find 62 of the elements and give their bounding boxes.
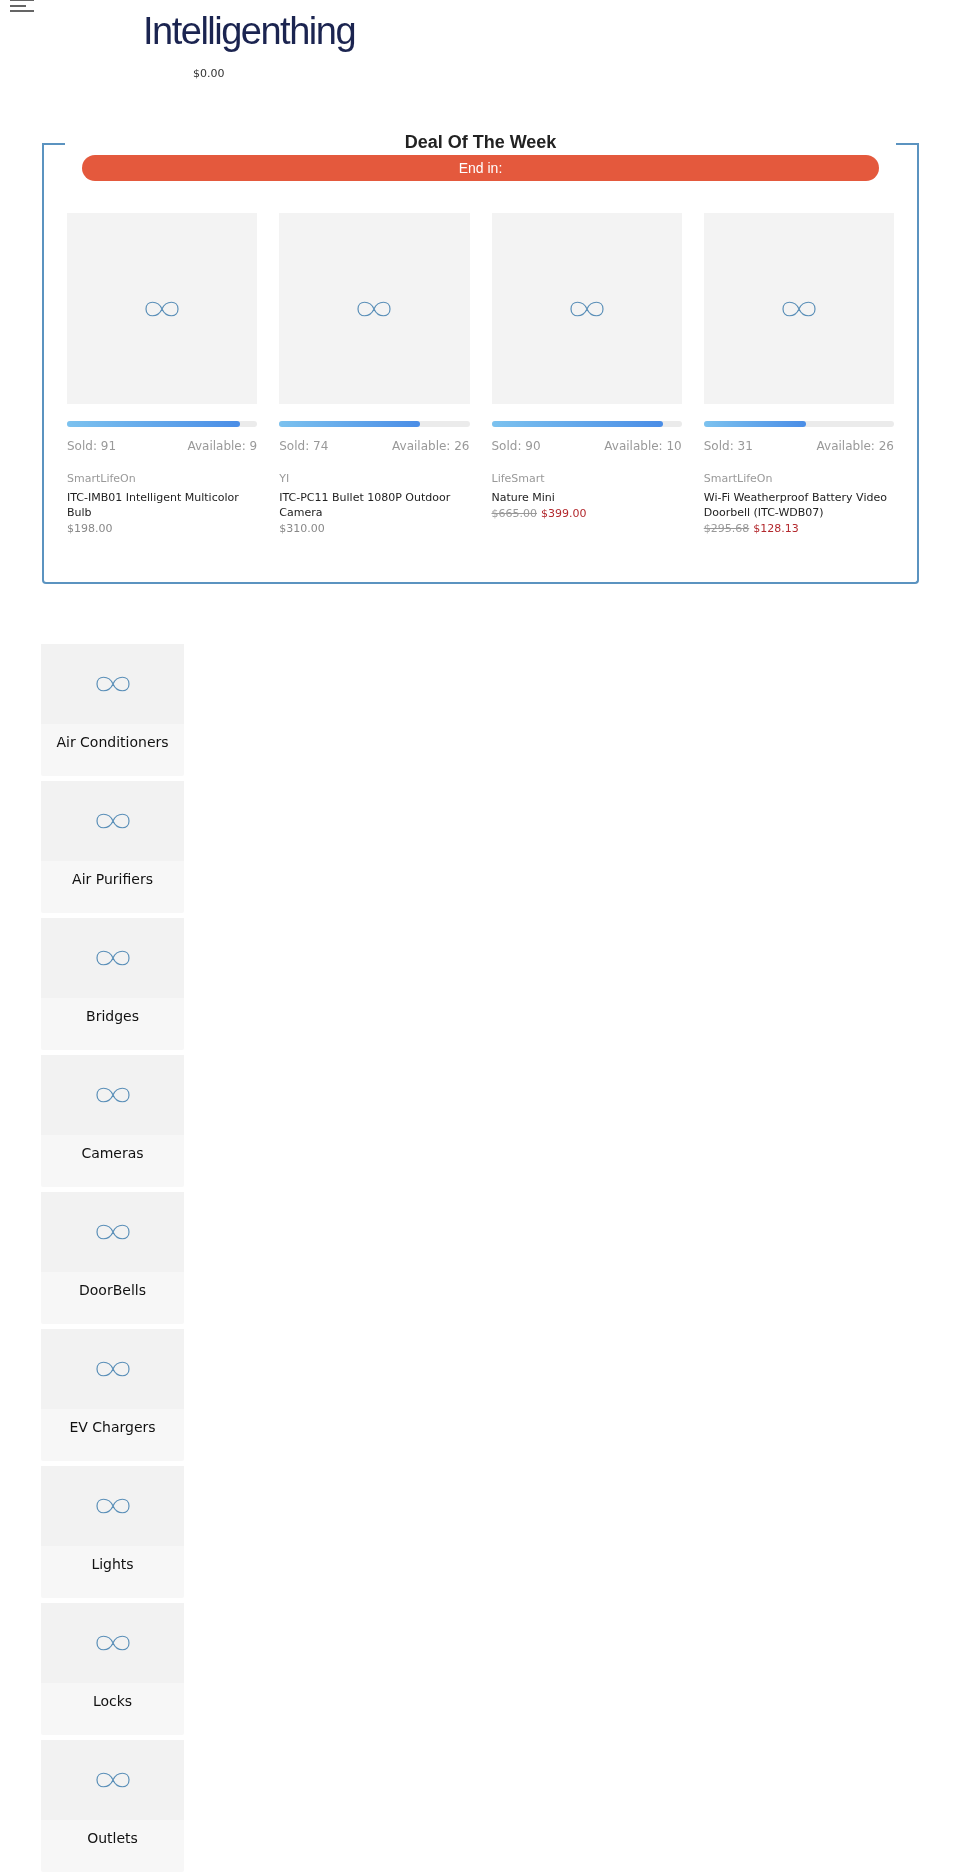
wave-icon xyxy=(94,812,131,830)
category-label: DoorBells xyxy=(78,1281,147,1300)
wave-icon xyxy=(94,1771,131,1789)
wave-icon xyxy=(94,949,131,967)
category-tile[interactable]: Locks xyxy=(41,1603,184,1735)
available-count: Available: 9 xyxy=(187,438,258,455)
category-tile[interactable]: Air Purifiers xyxy=(41,781,184,913)
product-image[interactable] xyxy=(703,213,894,404)
section-title: Deal Of The Week xyxy=(403,131,558,154)
product-name[interactable]: ITC-PC11 Bullet 1080P Outdoor Camera xyxy=(279,489,470,520)
product-image[interactable] xyxy=(491,213,682,404)
category-label: EV Chargers xyxy=(68,1418,157,1437)
product-name[interactable]: Nature Mini xyxy=(491,489,682,505)
category-tile[interactable]: EV Chargers xyxy=(41,1329,184,1461)
countdown-bar: End in: xyxy=(82,155,879,181)
category-tile[interactable]: Bridges xyxy=(41,918,184,1050)
product-name[interactable]: ITC-IMB01 Intelligent Multicolor Bulb xyxy=(67,489,258,520)
available-count: Available: 10 xyxy=(604,438,682,455)
product-image[interactable] xyxy=(279,213,470,404)
sold-count: Sold: 90 xyxy=(491,438,541,455)
wave-icon xyxy=(94,1634,131,1652)
wave-icon xyxy=(780,299,817,318)
price: $198.00 xyxy=(67,521,113,535)
sale-price: $128.13 xyxy=(753,521,799,535)
category-label: Outlets xyxy=(86,1829,139,1848)
wave-icon xyxy=(94,675,131,693)
sold-count: Sold: 91 xyxy=(67,438,117,455)
category-label: Cameras xyxy=(80,1144,145,1163)
wave-icon xyxy=(568,299,605,318)
logo[interactable]: Intelligenthing xyxy=(143,12,355,50)
menu-icon[interactable] xyxy=(10,0,34,12)
category-tile[interactable]: Lights xyxy=(41,1466,184,1598)
wave-icon xyxy=(94,1360,131,1378)
category-label: Air Purifiers xyxy=(71,870,154,889)
wave-icon xyxy=(94,1497,131,1515)
category-tile[interactable]: Cameras xyxy=(41,1055,184,1187)
brand-name: SmartLifeOn xyxy=(703,471,774,487)
category-tile[interactable]: Air Conditioners xyxy=(41,644,184,776)
available-count: Available: 26 xyxy=(816,438,894,455)
category-tile[interactable]: DoorBells xyxy=(41,1192,184,1324)
cart-total[interactable]: $0.00 xyxy=(193,66,225,83)
brand-name: LifeSmart xyxy=(491,471,546,487)
old-price: $295.68 xyxy=(703,521,750,535)
category-label: Lights xyxy=(90,1555,135,1574)
category-label: Air Conditioners xyxy=(55,733,170,752)
category-label: Bridges xyxy=(85,1007,140,1026)
product-name[interactable]: Wi-Fi Weatherproof Battery Video Doorbell (ITC-WDB07) xyxy=(703,489,894,520)
price: $310.00 xyxy=(279,521,325,535)
sold-count: Sold: 31 xyxy=(703,438,753,455)
sold-count: Sold: 74 xyxy=(279,438,329,455)
brand-name: YI xyxy=(279,471,291,487)
sale-price: $399.00 xyxy=(541,506,587,520)
wave-icon xyxy=(356,299,393,318)
category-tile[interactable]: Outlets xyxy=(41,1740,184,1872)
wave-icon xyxy=(94,1086,131,1104)
category-label: Locks xyxy=(91,1692,134,1711)
product-image[interactable] xyxy=(67,213,258,404)
wave-icon xyxy=(94,1223,131,1241)
old-price: $665.00 xyxy=(491,506,537,520)
available-count: Available: 26 xyxy=(392,438,470,455)
wave-icon xyxy=(144,299,181,318)
brand-name: SmartLifeOn xyxy=(67,471,137,487)
